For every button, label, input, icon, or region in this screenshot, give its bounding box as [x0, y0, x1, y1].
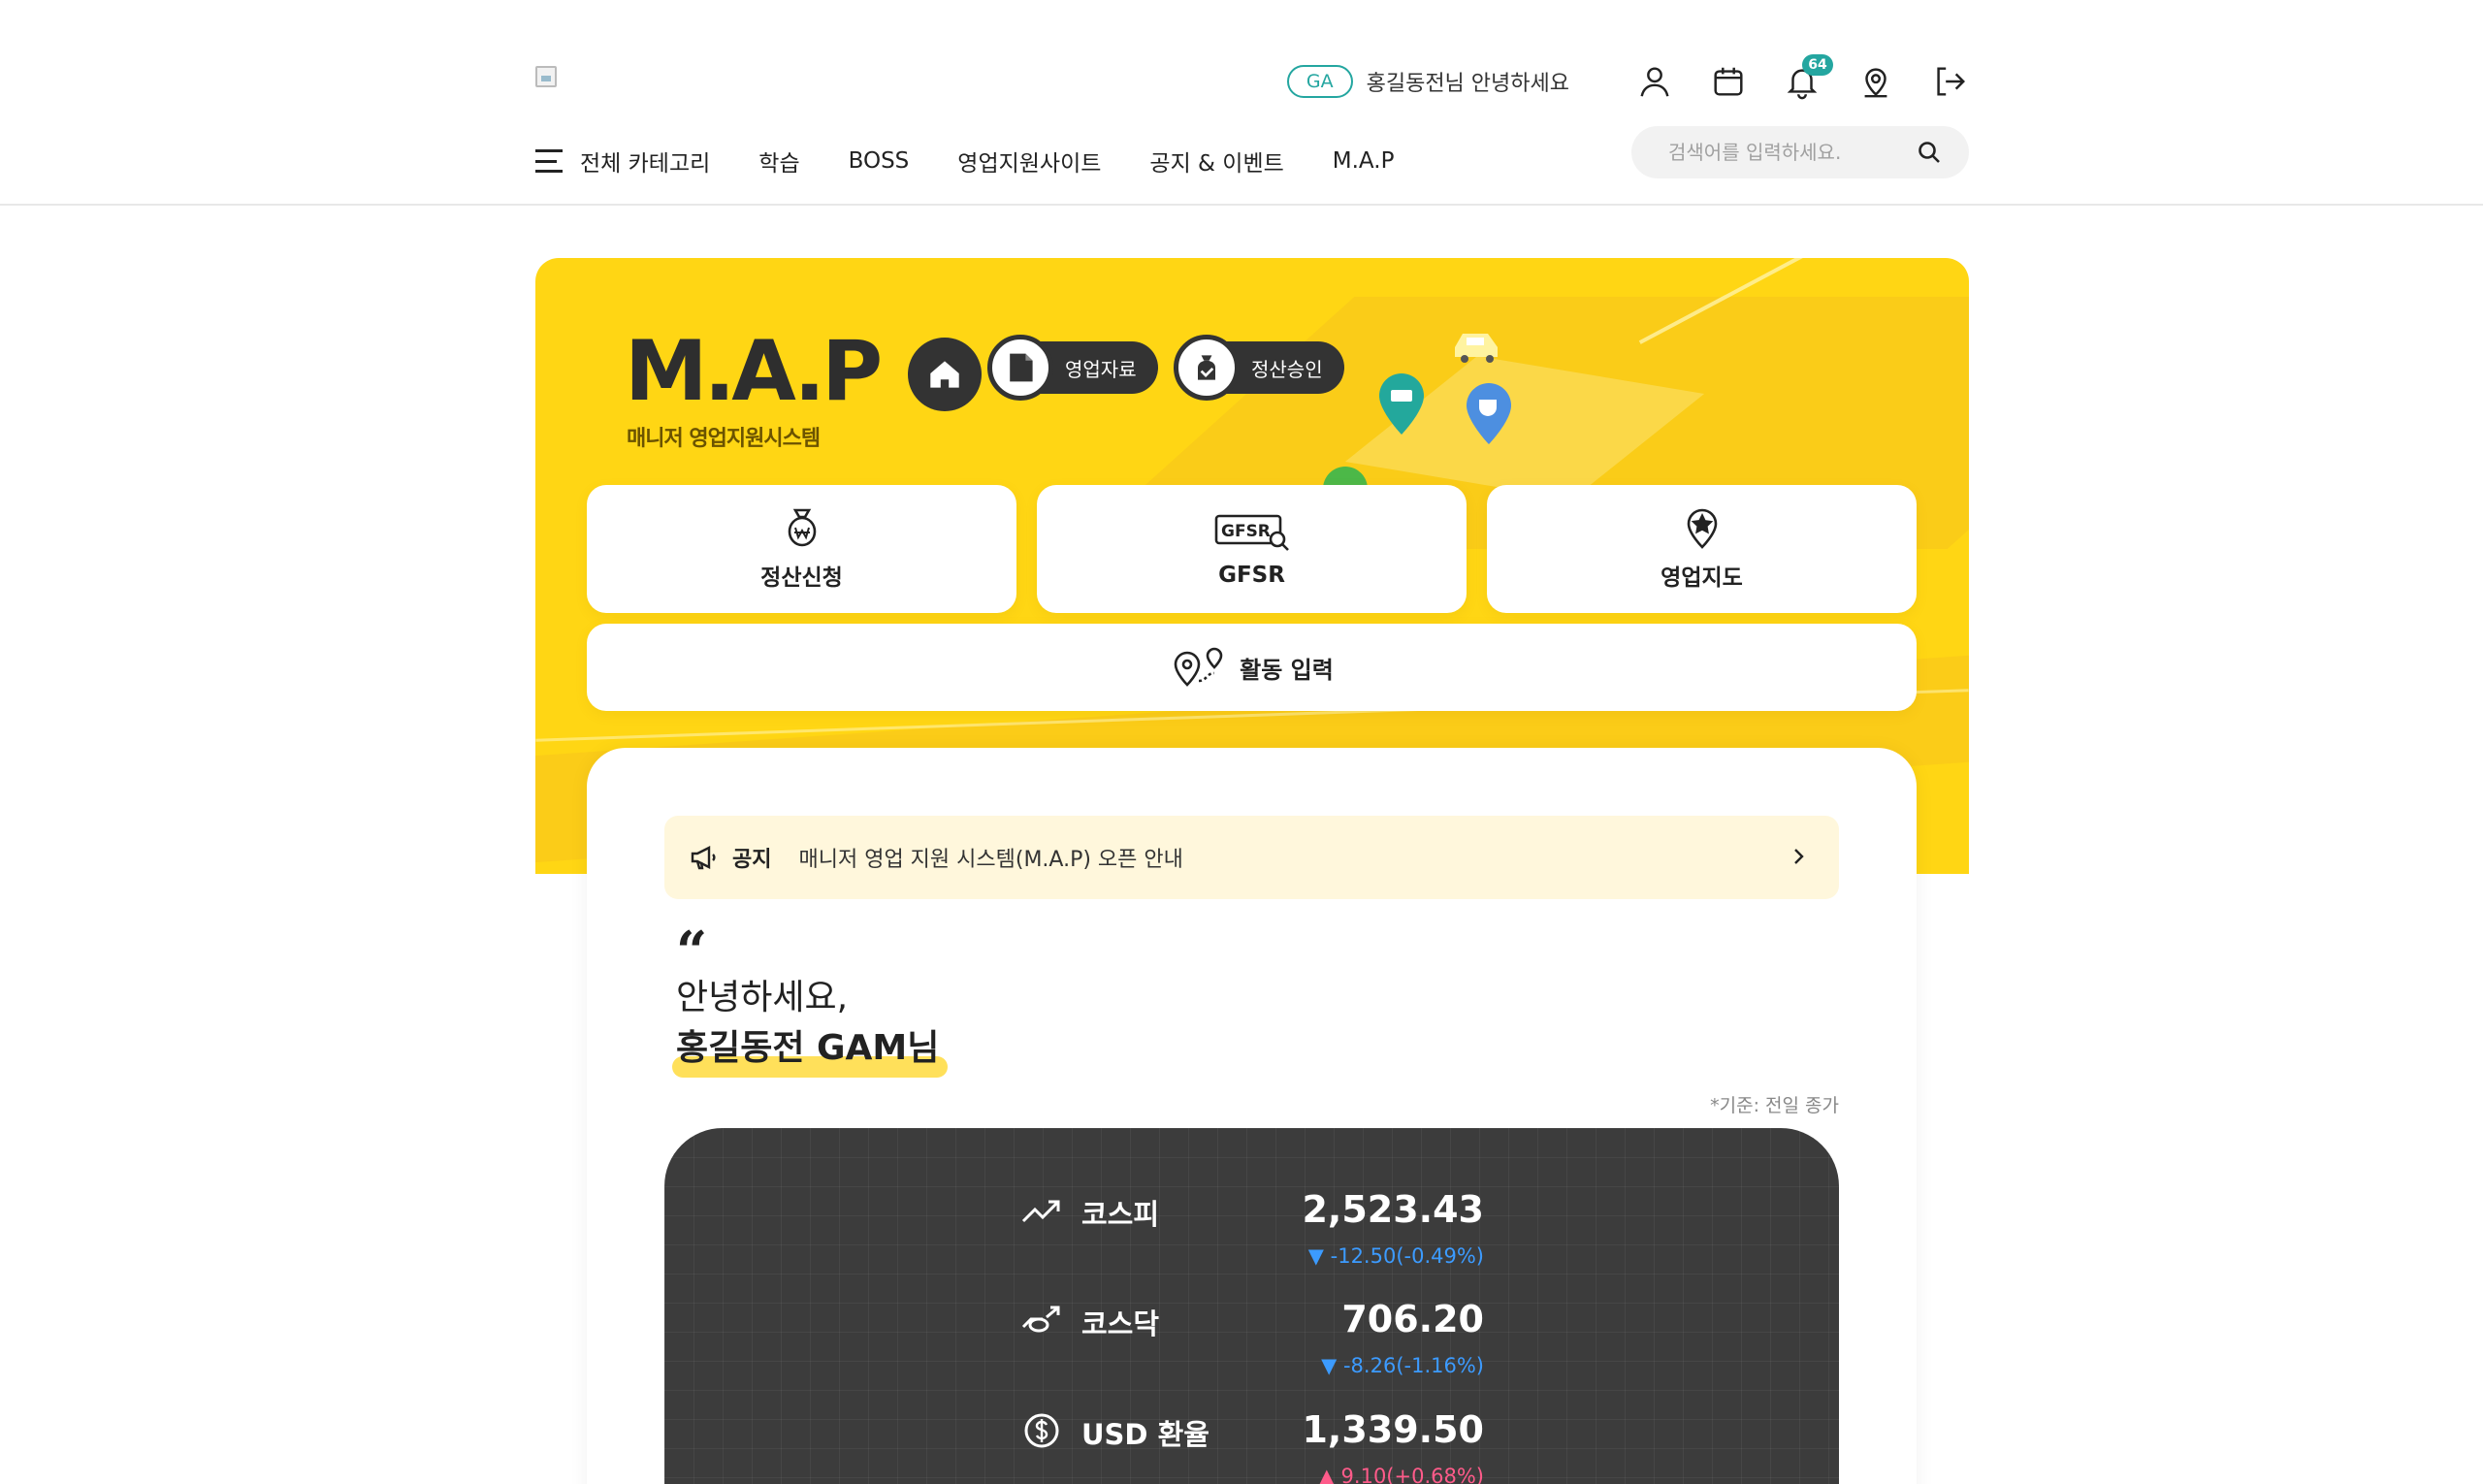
- logout-button[interactable]: [1928, 60, 1971, 103]
- document-icon: [987, 335, 1053, 401]
- logout-icon: [1937, 67, 1965, 96]
- kospi-label: 코스피: [1081, 1198, 1160, 1231]
- global-nav: 전체 카테고리 학습 BOSS 영업지원사이트 공지 & 이벤트 M.A.P: [535, 142, 1442, 180]
- calendar-button[interactable]: [1707, 60, 1750, 103]
- star-pin-icon: [1687, 508, 1717, 549]
- activity-input-label: 활동 입력: [1240, 656, 1334, 684]
- notice-banner[interactable]: 공지 매니저 영업 지원 시스템(M.A.P) 오픈 안내: [664, 816, 1839, 899]
- nav-boss[interactable]: BOSS: [849, 148, 910, 174]
- hamburger-menu-icon[interactable]: [535, 149, 563, 173]
- settlement-approval-label: 정산승인: [1251, 357, 1323, 381]
- notice-tag: 공지: [732, 848, 772, 872]
- nav-map[interactable]: M.A.P: [1333, 148, 1395, 174]
- welcome-name-wrap: 홍길동전 GAM님: [672, 1023, 948, 1078]
- gfsr-icon-text: GFSR: [1221, 522, 1271, 541]
- kosdaq-label: 코스닥: [1081, 1307, 1160, 1340]
- kospi-change: ▼ -12.50(-0.49%): [1307, 1244, 1484, 1268]
- route-pin-icon: [1174, 647, 1223, 687]
- market-row-usd: USD 환율 1,339.50 ▲ 9.10(+0.68%): [664, 1408, 1839, 1484]
- usd-value: 1,339.50: [1302, 1408, 1484, 1451]
- dollar-coin-icon: [1024, 1413, 1059, 1448]
- gfsr-search-icon: GFSR: [1214, 514, 1289, 551]
- nav-notice-event[interactable]: 공지 & 이벤트: [1149, 145, 1283, 177]
- money-bag-check-icon: [1174, 335, 1240, 401]
- grade-badge: GA: [1286, 65, 1353, 98]
- notification-button[interactable]: 64: [1781, 54, 1833, 103]
- my-page-button[interactable]: [1633, 60, 1676, 103]
- kosdaq-value: 706.20: [1341, 1298, 1484, 1340]
- site-header: GA 홍길동전님 안녕하세요 64 전체 카테고리 학습 BOSS 영업지원사이…: [0, 0, 2483, 206]
- settlement-request-card[interactable]: 정산신청: [587, 485, 1016, 613]
- coffee-pin-icon: [1467, 383, 1511, 444]
- location-button[interactable]: [1854, 60, 1897, 103]
- gfsr-card[interactable]: GFSR GFSR: [1037, 485, 1467, 613]
- notification-count-badge: 64: [1802, 54, 1833, 76]
- brand-subtitle: 매니저 영업지원시스템: [627, 427, 821, 451]
- settlement-approval-button[interactable]: 정산승인: [1174, 335, 1344, 401]
- taxi-illustration-icon: [1455, 334, 1498, 363]
- nav-all-categories[interactable]: 전체 카테고리: [580, 145, 710, 177]
- notice-text: 매니저 영업 지원 시스템(M.A.P) 오픈 안내: [798, 848, 1183, 872]
- user-area: GA 홍길동전님 안녕하세요 64: [1286, 54, 1971, 109]
- main-content-card: 공지 매니저 영업 지원 시스템(M.A.P) 오픈 안내 “ 안녕하세요, 홍…: [587, 748, 1917, 1484]
- trend-arrow-icon: [1021, 1306, 1060, 1333]
- search-icon[interactable]: [1917, 140, 1942, 165]
- ticket-pin-icon: [1379, 373, 1424, 435]
- market-row-kosdaq: 코스닥 706.20 ▼ -8.26(-1.16%): [664, 1298, 1839, 1395]
- money-bag-won-icon: [788, 508, 816, 547]
- brand-title: M.A.P: [625, 323, 883, 420]
- market-row-kospi: 코스피 2,523.43 ▼ -12.50(-0.49%): [664, 1188, 1839, 1285]
- home-icon: [930, 361, 959, 388]
- search-input[interactable]: [1668, 136, 1911, 169]
- trend-up-icon: [1021, 1200, 1060, 1223]
- home-button[interactable]: [908, 338, 982, 411]
- market-basis-note: *기준: 전일 종가: [1710, 1095, 1839, 1116]
- user-icon: [1640, 67, 1669, 97]
- welcome-line-2: 홍길동전 GAM님: [676, 1028, 940, 1068]
- quote-mark-icon: “: [676, 919, 708, 984]
- usd-label: USD 환율: [1081, 1418, 1209, 1451]
- usd-change: ▲ 9.10(+0.68%): [1318, 1465, 1484, 1484]
- nav-learning[interactable]: 학습: [758, 145, 799, 177]
- map-pin-icon: [1864, 68, 1887, 98]
- search-box: [1631, 126, 1969, 178]
- kosdaq-change: ▼ -8.26(-1.16%): [1321, 1354, 1484, 1377]
- settlement-request-label: 정산신청: [760, 565, 843, 591]
- chevron-right-icon: [1794, 849, 1804, 864]
- sales-materials-button[interactable]: 영업자료: [987, 335, 1158, 401]
- kospi-value: 2,523.43: [1302, 1188, 1484, 1231]
- activity-input-button[interactable]: 활동 입력: [587, 624, 1917, 711]
- sales-map-card[interactable]: 영업지도: [1487, 485, 1917, 613]
- gfsr-label: GFSR: [1218, 563, 1285, 588]
- sales-map-label: 영업지도: [1661, 565, 1743, 591]
- greeting-text: 홍길동전님 안녕하세요: [1366, 72, 1569, 96]
- megaphone-icon: [691, 846, 716, 870]
- logo-image[interactable]: [535, 66, 557, 87]
- sales-materials-label: 영업자료: [1065, 357, 1137, 381]
- nav-sales-support[interactable]: 영업지원사이트: [957, 145, 1101, 177]
- welcome-line-1: 안녕하세요,: [676, 978, 849, 1017]
- calendar-icon: [1714, 67, 1743, 96]
- market-panel: 코스피 2,523.43 ▼ -12.50(-0.49%) 코스닥 706.20…: [664, 1128, 1839, 1484]
